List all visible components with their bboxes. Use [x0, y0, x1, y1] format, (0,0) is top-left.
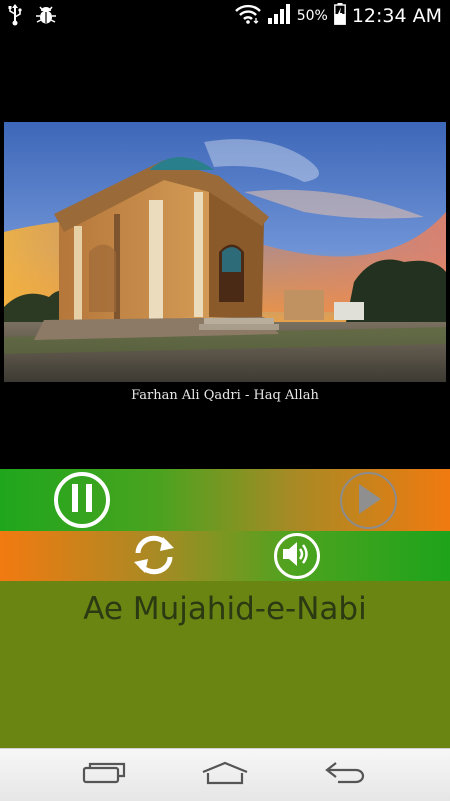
battery-percent: 50%: [296, 8, 328, 24]
play-button[interactable]: [340, 472, 397, 529]
track-title: Ae Mujahid-e-Nabi: [83, 591, 367, 627]
play-icon: [356, 483, 382, 518]
recent-apps-icon: [82, 762, 126, 788]
back-button[interactable]: [316, 759, 376, 791]
volume-icon: [282, 541, 312, 571]
signal-icon: [267, 4, 291, 28]
volume-button[interactable]: [274, 533, 320, 579]
system-navigation-bar: [0, 748, 450, 801]
home-button[interactable]: [195, 759, 255, 791]
status-bar: 50% 12:34 AM: [0, 0, 450, 32]
secondary-controls: [0, 531, 450, 581]
home-icon: [200, 761, 250, 789]
repeat-icon: [130, 533, 178, 581]
playback-controls: [0, 469, 450, 531]
repeat-button[interactable]: [130, 535, 178, 579]
back-icon: [324, 761, 368, 789]
artwork-caption-bar: Farhan Ali Qadri - Haq Allah: [4, 382, 446, 408]
pause-button[interactable]: [54, 472, 110, 528]
usb-icon: [8, 4, 22, 30]
artwork-caption: Farhan Ali Qadri - Haq Allah: [131, 387, 319, 403]
album-artwork: Farhan Ali Qadri - Haq Allah: [4, 122, 446, 408]
wifi-icon: [234, 4, 261, 28]
recent-apps-button[interactable]: [74, 759, 134, 791]
bug-icon: [36, 5, 56, 29]
pause-icon: [70, 484, 94, 516]
battery-charging-icon: [333, 3, 346, 29]
track-info-panel: Ae Mujahid-e-Nabi: [0, 581, 450, 748]
artwork-mausoleum-image: [4, 122, 446, 408]
clock: 12:34 AM: [351, 5, 442, 27]
video-area[interactable]: Farhan Ali Qadri - Haq Allah: [0, 32, 450, 469]
